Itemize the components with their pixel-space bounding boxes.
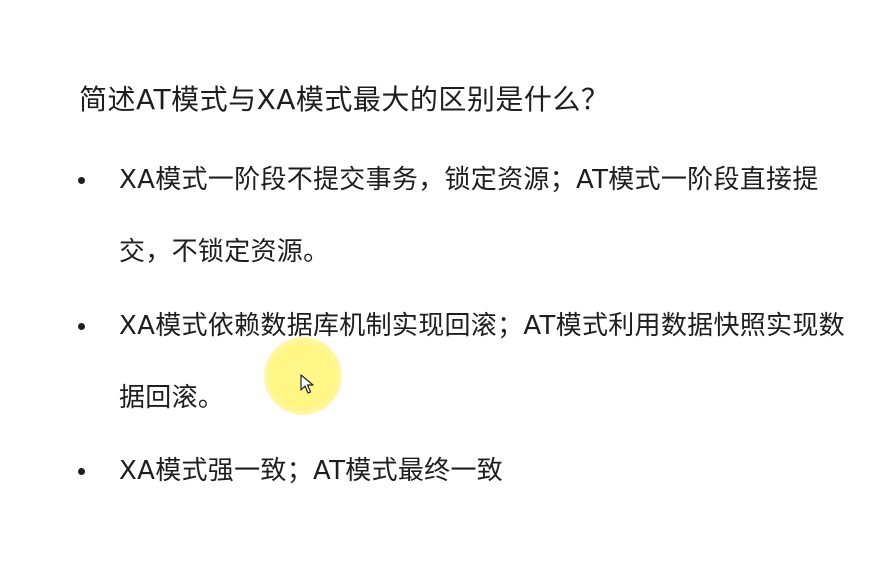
bullet-dot [78,468,85,475]
page-title: 简述AT模式与XA模式最大的区别是什么？ [79,83,610,116]
bullet-dot [78,323,85,330]
mouse-pointer-icon [300,374,314,394]
slide: 简述AT模式与XA模式最大的区别是什么？ XA模式一阶段不提交事务，锁定资源；A… [0,0,894,577]
bullet-text: XA模式一阶段不提交事务，锁定资源；AT模式一阶段直接提交，不锁定资源。 [119,165,819,267]
bullet-text: XA模式依赖数据库机制实现回滚；AT模式利用数据快照实现数据回滚。 [119,311,845,413]
bullet-dot [78,177,85,184]
bullet-text: XA模式强一致；AT模式最终一致 [119,456,504,486]
